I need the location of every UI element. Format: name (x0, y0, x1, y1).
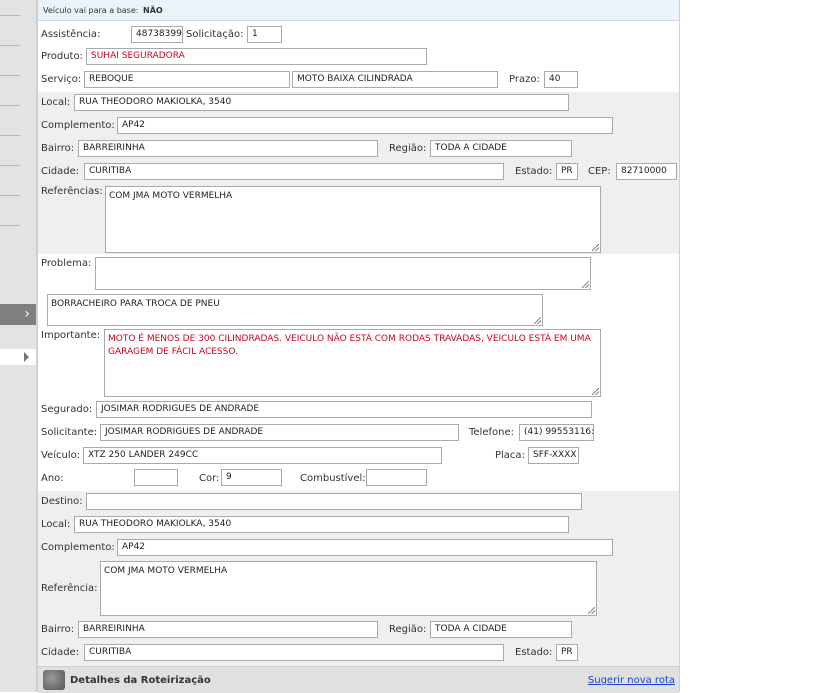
base-info-bar: Veículo vai para a base: NÃO (38, 0, 679, 21)
servico-label: Serviço: (41, 74, 82, 85)
combustivel-label: Combustível: (300, 473, 366, 484)
local-label: Local: (41, 97, 71, 108)
segurado-label: Segurado: (41, 404, 93, 415)
segurado-field[interactable]: JOSIMAR RODRIGUES DE ANDRADE (96, 401, 592, 418)
resize-grip-icon[interactable] (534, 317, 541, 324)
referencias-text: COM JMA MOTO VERMELHA (109, 191, 233, 201)
cor-field[interactable]: 9 (221, 469, 282, 486)
problema-detalhe-text: BORRACHEIRO PARA TROCA DE PNEU (51, 299, 220, 309)
local-field[interactable]: RUA THEODORO MAKIOLKA, 3540 (74, 94, 569, 111)
solicitante-field[interactable]: JOSIMAR RODRIGUES DE ANDRADE (100, 424, 459, 441)
destino-bairro-field[interactable]: BARREIRINHA (78, 621, 378, 638)
solicitacao-field[interactable]: 1 (247, 26, 282, 43)
destino-referencia-label: Referência: (41, 583, 98, 594)
placa-label: Placa: (495, 450, 525, 461)
bairro-label: Bairro: (41, 143, 75, 154)
routing-details-header: Detalhes da Roteirização Sugerir nova ro… (38, 666, 679, 693)
solicitante-label: Solicitante: (41, 427, 98, 438)
suggest-route-link[interactable]: Sugerir nova rota (588, 675, 675, 686)
destino-label: Destino: (41, 496, 83, 507)
assistencia-label: Assistência: (41, 29, 101, 40)
placa-field[interactable]: SFF-XXXX (528, 447, 579, 464)
triangle-right-icon (24, 352, 29, 362)
solicitacao-label: Solicitação: (186, 29, 244, 40)
destino-local-label: Local: (41, 519, 71, 530)
telefone-label: Telefone: (469, 427, 514, 438)
prazo-label: Prazo: (509, 74, 540, 85)
destino-cidade-label: Cidade: (41, 647, 80, 658)
chevron-right-icon: › (24, 306, 30, 322)
cor-label: Cor: (199, 473, 220, 484)
estado-label: Estado: (515, 166, 553, 177)
sidebar-divider (0, 225, 20, 226)
complemento-field[interactable]: AP42 (117, 117, 613, 134)
veiculo-field[interactable]: XTZ 250 LANDER 249CC (83, 447, 442, 464)
cidade-field[interactable]: CURITIBA (84, 163, 504, 180)
combustivel-field[interactable] (366, 469, 427, 486)
destino-bairro-label: Bairro: (41, 624, 75, 635)
destino-complemento-label: Complemento: (41, 542, 115, 553)
destino-estado-label: Estado: (515, 647, 553, 658)
base-value: NÃO (143, 6, 163, 15)
resize-grip-icon[interactable] (592, 244, 599, 251)
resize-grip-icon[interactable] (592, 388, 599, 395)
expand-sidebar-button[interactable]: › (0, 304, 36, 325)
cep-label: CEP: (588, 166, 611, 177)
importante-textarea[interactable]: MOTO É MENOS DE 300 CILINDRADAS. VEICULO… (104, 329, 601, 397)
sidebar-divider (0, 165, 20, 166)
service-form-panel: Veículo vai para a base: NÃO Assistência… (37, 0, 680, 693)
regiao-label: Região: (389, 143, 427, 154)
destino-complemento-field[interactable]: AP42 (117, 539, 613, 556)
sidebar-divider (0, 45, 20, 46)
destino-regiao-field[interactable]: TODA A CIDADE (430, 621, 572, 638)
base-label: Veículo vai para a base: (43, 6, 139, 15)
destino-referencia-text: COM JMA MOTO VERMELHA (104, 566, 228, 576)
destino-cidade-field[interactable]: CURITIBA (84, 644, 504, 661)
destino-regiao-label: Região: (389, 624, 427, 635)
problema-detalhe-textarea[interactable]: BORRACHEIRO PARA TROCA DE PNEU (47, 294, 543, 326)
prazo-field[interactable]: 40 (544, 71, 578, 88)
sidebar-divider (0, 195, 20, 196)
sidebar-divider (0, 135, 20, 136)
ano-field[interactable] (134, 469, 178, 486)
referencias-label: Referências: (41, 186, 103, 197)
veiculo-label: Veículo: (41, 450, 81, 461)
servico-field[interactable]: REBOQUE (84, 71, 290, 88)
expand-arrow-button[interactable] (0, 349, 36, 365)
sidebar-divider (0, 15, 20, 16)
destino-field[interactable] (86, 493, 582, 510)
regiao-field[interactable]: TODA A CIDADE (430, 140, 572, 157)
destino-referencia-textarea[interactable]: COM JMA MOTO VERMELHA (100, 561, 597, 616)
left-sidebar: › (0, 0, 37, 692)
resize-grip-icon[interactable] (588, 607, 595, 614)
importante-text: MOTO É MENOS DE 300 CILINDRADAS. VEICULO… (108, 334, 591, 357)
importante-label: Importante: (41, 330, 101, 341)
globe-icon (43, 670, 65, 690)
telefone-field[interactable]: (41) 99553116: (519, 424, 594, 441)
assistencia-field[interactable]: 48738399 (131, 26, 183, 43)
referencias-textarea[interactable]: COM JMA MOTO VERMELHA (105, 186, 601, 253)
produto-field[interactable]: SUHAI SEGURADORA (86, 48, 427, 65)
produto-label: Produto: (41, 51, 83, 62)
ano-label: Ano: (41, 473, 64, 484)
sidebar-divider (0, 75, 20, 76)
complemento-label: Complemento: (41, 120, 115, 131)
cidade-label: Cidade: (41, 166, 80, 177)
cep-field[interactable]: 82710000 (616, 163, 677, 180)
routing-details-title: Detalhes da Roteirização (70, 675, 211, 686)
servico-tipo-field[interactable]: MOTO BAIXA CILINDRADA (292, 71, 498, 88)
destino-local-field[interactable]: RUA THEODORO MAKIOLKA, 3540 (74, 516, 569, 533)
sidebar-divider (0, 105, 20, 106)
bairro-field[interactable]: BARREIRINHA (78, 140, 378, 157)
destino-estado-field[interactable]: PR (556, 644, 578, 661)
estado-field[interactable]: PR (556, 163, 578, 180)
problema-textarea[interactable] (95, 257, 591, 290)
resize-grip-icon[interactable] (582, 281, 589, 288)
problema-label: Problema: (41, 258, 92, 269)
